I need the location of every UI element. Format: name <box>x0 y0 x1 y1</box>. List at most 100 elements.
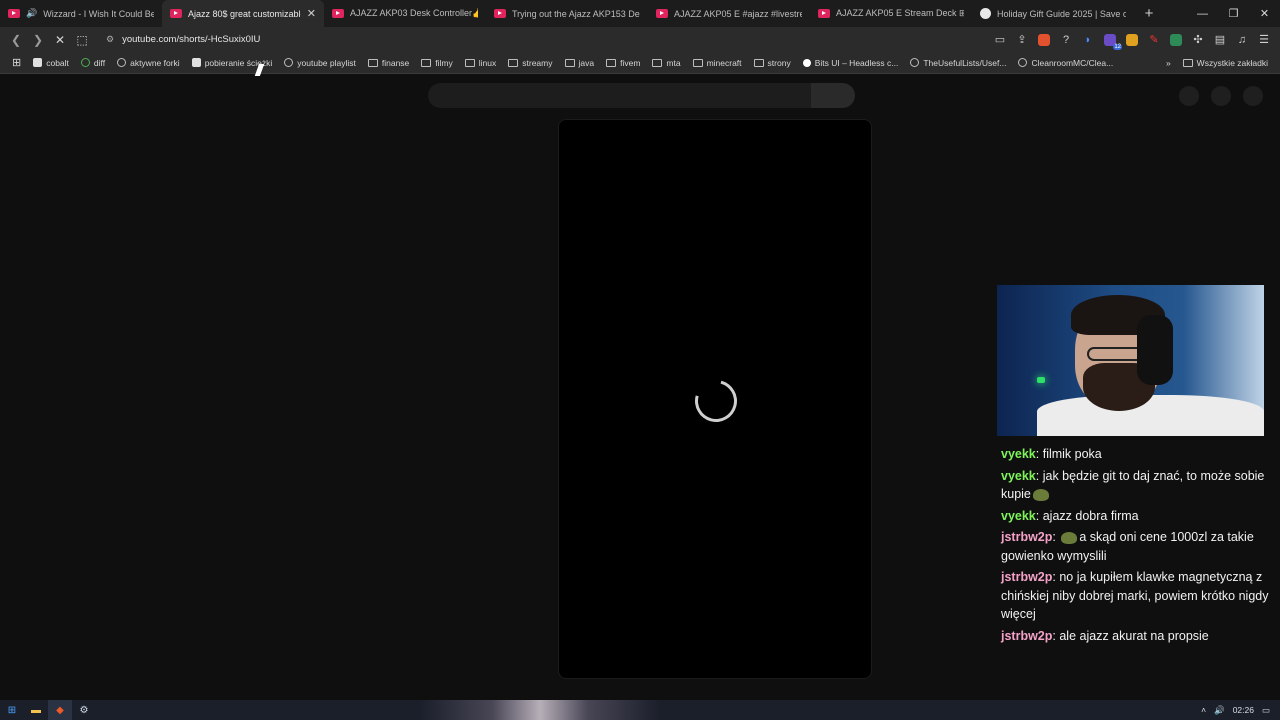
webcam-headset <box>1137 315 1173 385</box>
notifications-icon[interactable]: ▭ <box>1262 705 1270 716</box>
tab-title: Trying out the Ajazz AKP153 Desk C <box>512 8 640 19</box>
bookmark-item[interactable]: strony <box>748 58 797 68</box>
folder-icon <box>367 58 378 67</box>
new-tab-button[interactable]: + <box>1134 0 1164 27</box>
share-icon[interactable]: ⇪ <box>1012 30 1032 50</box>
webcam-person-shirt <box>1037 395 1264 436</box>
bookmark-item[interactable]: CleanroomMC/Clea... <box>1012 58 1119 68</box>
avatar-placeholder[interactable] <box>1243 86 1263 106</box>
bookmark-item[interactable]: TheUsefulLists/Usef... <box>904 58 1012 68</box>
tray-overflow-icon[interactable]: ˄ <box>1201 705 1206 715</box>
forward-icon[interactable]: ❯ <box>28 30 48 50</box>
bookmark-item[interactable]: streamy <box>502 58 558 68</box>
tab[interactable]: Holiday Gift Guide 2025 | Save on El <box>972 0 1134 27</box>
bookmark-label: cobalt <box>46 57 69 68</box>
clock[interactable]: 02:26 <box>1233 705 1254 715</box>
brave-taskbar-icon[interactable]: ◆ <box>48 700 72 720</box>
menu-icon[interactable]: ☰ <box>1254 30 1274 50</box>
extensions-puzzle-icon[interactable]: ✣ <box>1188 30 1208 50</box>
bookmark-label: minecraft <box>706 57 742 68</box>
bookmark-label: aktywne forki <box>130 57 180 68</box>
close-window-icon[interactable]: ✕ <box>1249 0 1280 27</box>
folder-icon <box>464 58 475 67</box>
back-icon[interactable]: ❮ <box>6 30 26 50</box>
youtube-icon <box>818 9 830 18</box>
bookmarks-overflow-icon[interactable]: » <box>1160 58 1177 68</box>
start-icon[interactable]: ⊞ <box>0 700 24 720</box>
extension-yellow-icon[interactable] <box>1122 30 1142 50</box>
extension-badge-icon[interactable]: 12 <box>1100 30 1122 50</box>
notifications-button-placeholder[interactable] <box>1211 86 1231 106</box>
shorts-video-player[interactable] <box>558 119 872 679</box>
audio-playing-icon[interactable]: 🔊 <box>26 8 37 19</box>
all-bookmarks-label: Wszystkie zakładki <box>1196 57 1268 68</box>
tab[interactable]: AJAZZ AKP05 E Stream Deck ⊞ | Ul <box>810 0 972 27</box>
stop-icon[interactable]: ✕ <box>50 30 70 50</box>
bookmark-item[interactable]: java <box>559 58 601 68</box>
window-controls: — ❐ ✕ <box>1187 0 1280 27</box>
bookmark-item[interactable]: diff <box>75 58 111 68</box>
url-text[interactable]: youtube.com/shorts/-HcSuxix0IU <box>122 34 260 45</box>
bookmark-item[interactable]: pobieranie ścieżki <box>186 58 279 68</box>
youtube-icon <box>494 9 506 18</box>
extension-green-icon[interactable] <box>1166 30 1186 50</box>
chat-emote-icon <box>1032 488 1049 501</box>
tab[interactable]: AJAZZ AKP03 Desk Controller👍 Spe <box>324 0 486 27</box>
tab[interactable]: Trying out the Ajazz AKP153 Desk C <box>486 0 648 27</box>
bookmark-label: CleanroomMC/Clea... <box>1031 57 1114 68</box>
media-icon[interactable]: ♫ <box>1232 30 1252 50</box>
apps-grid-icon[interactable]: ⊞ <box>6 56 27 69</box>
search-input-placeholder[interactable] <box>428 83 812 108</box>
volume-icon[interactable]: 🔊 <box>1214 705 1225 716</box>
folder-icon <box>753 58 764 67</box>
site-info-icon[interactable]: ⚙ <box>106 34 114 45</box>
bookmark-label: finanse <box>381 57 410 68</box>
create-button-placeholder[interactable] <box>1179 86 1199 106</box>
bookmark-item[interactable]: filmy <box>415 58 458 68</box>
help-icon[interactable]: ? <box>1056 30 1076 50</box>
brave-shield-icon[interactable] <box>1034 30 1054 50</box>
bookmark-item[interactable]: finanse <box>362 58 415 68</box>
cast-icon[interactable]: ▭ <box>990 30 1010 50</box>
minimize-icon[interactable]: — <box>1187 0 1218 27</box>
close-tab-icon[interactable]: ✕ <box>307 7 316 20</box>
tab[interactable]: 🔊 Wizzard - I Wish It Could Be Chr <box>0 0 162 27</box>
bookmark-label: mta <box>666 57 681 68</box>
chat-username: jstrbw2p <box>1001 570 1053 584</box>
system-tray: ˄ 🔊 02:26 ▭ <box>1201 705 1280 716</box>
tab[interactable]: AJAZZ AKP05 E #ajazz #livestream # <box>648 0 810 27</box>
bookmark-item[interactable]: linux <box>459 58 502 68</box>
tab[interactable]: Ajazz 80$ great customizable st ✕ <box>162 0 324 27</box>
folder-icon <box>564 58 575 67</box>
youtube-icon <box>332 9 344 18</box>
chat-text: filmik poka <box>1042 447 1102 461</box>
fork-icon <box>117 58 127 67</box>
github-icon <box>1018 58 1028 67</box>
search-button-placeholder[interactable] <box>811 83 855 108</box>
bookmark-item[interactable]: mta <box>646 58 686 68</box>
bookmark-item[interactable]: cobalt <box>27 58 75 68</box>
chat-emote-icon <box>1061 531 1078 544</box>
bookmark-item[interactable]: youtube playlist <box>278 58 362 68</box>
bookmark-label: java <box>578 57 595 68</box>
browser-toolbar: ❮ ❯ ✕ ⬚ ⚙ youtube.com/shorts/-HcSuxix0IU… <box>0 27 1280 52</box>
sidebar-icon[interactable]: ▤ <box>1210 30 1230 50</box>
bookmark-item[interactable]: minecraft <box>687 58 748 68</box>
address-bar[interactable]: ⚙ youtube.com/shorts/-HcSuxix0IU <box>102 29 982 51</box>
screen: 🔊 Wizzard - I Wish It Could Be Chr Ajazz 8… <box>0 0 1280 720</box>
tab-title: Ajazz 80$ great customizable st <box>188 8 301 19</box>
file-explorer-icon[interactable]: ▬ <box>24 700 48 720</box>
bookmark-item[interactable]: aktywne forki <box>111 58 186 68</box>
pen-extension-icon[interactable]: ✎ <box>1144 30 1164 50</box>
restore-icon[interactable]: ❐ <box>1218 0 1249 27</box>
all-bookmarks-folder[interactable]: Wszystkie zakładki <box>1177 58 1274 68</box>
bookmark-label: strony <box>767 57 791 68</box>
bookmark-page-icon[interactable]: ⬚ <box>72 30 92 50</box>
bookmarks-bar: ⊞ cobalt diff aktywne forki pobieranie ście… <box>0 52 1280 74</box>
bitwarden-icon[interactable]: ◗ <box>1078 30 1098 50</box>
steam-taskbar-icon[interactable]: ⚙ <box>72 700 96 720</box>
taskbar-glow <box>420 700 660 720</box>
bookmark-item[interactable]: Bits UI – Headless c... <box>797 58 905 68</box>
bookmark-item[interactable]: fivem <box>600 58 646 68</box>
chat-username: jstrbw2p <box>1001 530 1053 544</box>
